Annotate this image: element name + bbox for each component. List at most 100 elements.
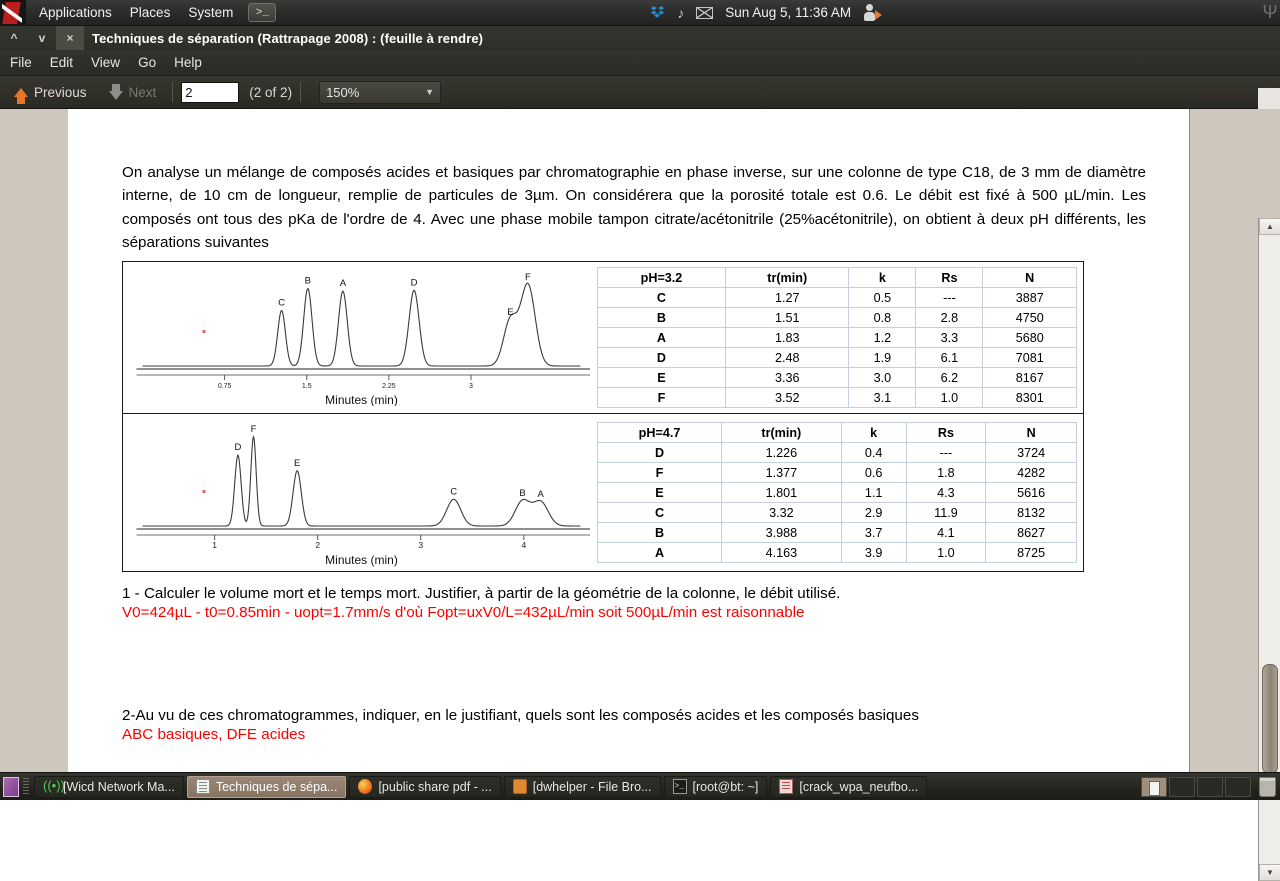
table-row: C 3.32 2.9 11.9 8132	[597, 502, 1077, 523]
zoom-level-value: 150%	[326, 84, 360, 100]
window-titlebar: ^ v × Techniques de séparation (Rattrapa…	[0, 26, 1280, 50]
workspace-1[interactable]	[1141, 776, 1167, 797]
svg-text:B: B	[305, 276, 311, 287]
next-page-button[interactable]: Next	[101, 81, 165, 103]
scroll-up-button[interactable]: ▲	[1259, 218, 1280, 235]
minimize-button[interactable]: ^	[0, 26, 28, 50]
svg-text:A: A	[340, 278, 347, 289]
menu-applications[interactable]: Applications	[30, 2, 121, 23]
menu-go[interactable]: Go	[130, 52, 164, 73]
cell-tr: 1.801	[721, 482, 842, 503]
cell-tr: 3.52	[724, 387, 850, 408]
cell-tr: 1.226	[721, 442, 842, 463]
show-desktop-icon[interactable]	[3, 776, 19, 797]
th-ph: pH=4.7	[597, 422, 722, 443]
cell-tr: 2.48	[724, 347, 850, 368]
page-number-input[interactable]	[181, 81, 240, 103]
table-row: A 1.83 1.2 3.3 5680	[597, 327, 1077, 348]
cell-k: 0.4	[840, 442, 907, 463]
workspace-4[interactable]	[1225, 776, 1251, 797]
taskbar-grip[interactable]	[23, 777, 29, 796]
th-k: k	[840, 422, 907, 443]
scroll-down-button[interactable]: ▼	[1259, 864, 1280, 881]
menu-system[interactable]: System	[179, 2, 242, 23]
document-viewport[interactable]: On analyse un mélange de composés acides…	[0, 109, 1280, 881]
clock[interactable]: Sun Aug 5, 11:36 AM	[725, 5, 851, 20]
volume-icon[interactable]: ♪	[677, 6, 684, 20]
table-header-row: pH=3.2 tr(min) k Rs N	[597, 267, 1077, 288]
cell-rs: 6.1	[915, 347, 984, 368]
arrow-down-icon	[108, 84, 123, 100]
th-rs: Rs	[915, 267, 984, 288]
trash-icon[interactable]	[1259, 776, 1276, 797]
cell-compound: F	[597, 462, 722, 483]
mail-icon[interactable]	[696, 6, 714, 19]
workspace-2[interactable]	[1169, 776, 1195, 797]
terminal-launcher-icon[interactable]: >_	[248, 3, 277, 22]
th-k: k	[848, 267, 917, 288]
task-techniques-de-separation[interactable]: Techniques de sépa...	[186, 775, 347, 798]
zoom-level-select[interactable]: 150% ▼	[319, 80, 442, 104]
cell-rs: ---	[905, 442, 987, 463]
table-row: E 1.801 1.1 4.3 5616	[597, 482, 1077, 503]
cell-tr: 3.36	[724, 367, 850, 388]
chromatogram-ph47: D F E C B A 1 2 3 4 Minutes (min)	[123, 414, 593, 571]
cell-tr: 3.988	[721, 522, 842, 543]
scrollbar-thumb[interactable]	[1262, 664, 1278, 774]
menu-edit[interactable]: Edit	[42, 52, 81, 73]
task-label: [root@bt: ~]	[692, 779, 759, 794]
question-1: 1 - Calculer le volume mort et le temps …	[122, 585, 841, 602]
question-2: 2-Au vu de ces chromatogrammes, indiquer…	[122, 707, 919, 724]
task-wicd[interactable]: ((•)) [Wicd Network Ma...	[34, 775, 184, 798]
table-cell-ph47: pH=4.7 tr(min) k Rs N D 1.226 0.4 --- 3724 F…	[593, 414, 1083, 571]
cell-rs: 1.8	[905, 462, 987, 483]
menu-help[interactable]: Help	[166, 52, 210, 73]
results-table-ph47: pH=4.7 tr(min) k Rs N D 1.226 0.4 --- 3724 F…	[597, 422, 1077, 563]
th-n: N	[985, 422, 1077, 443]
cell-compound: F	[597, 387, 726, 408]
gnome-top-panel: Applications Places System >_ ♪ Sun Aug …	[0, 0, 1280, 26]
table-row: C 1.27 0.5 --- 3887	[597, 287, 1077, 308]
answer-2: ABC basiques, DFE acides	[122, 726, 306, 743]
svg-text:D: D	[411, 277, 418, 288]
cell-k: 3.9	[840, 542, 907, 563]
figures-block: C B A D E F 0.75 1.5 2.25 3 Minutes (min) pH=3.2 t…	[122, 261, 1084, 572]
cell-compound: B	[597, 522, 722, 543]
close-button[interactable]: ×	[56, 26, 84, 50]
menubar: File Edit View Go Help	[0, 50, 1280, 76]
intro-paragraph: On analyse un mélange de composés acides…	[122, 164, 1146, 251]
cell-n: 3724	[985, 442, 1077, 463]
chromatogram-ph32: C B A D E F 0.75 1.5 2.25 3 Minutes (min)	[123, 262, 593, 413]
user-account-icon[interactable]	[863, 4, 883, 21]
window-title: Techniques de séparation (Rattrapage 200…	[92, 30, 484, 46]
task-crack-wpa[interactable]: [crack_wpa_neufbo...	[770, 775, 928, 798]
folder-icon	[512, 779, 527, 794]
table-row: A 4.163 3.9 1.0 8725	[597, 542, 1077, 563]
table-header-row: pH=4.7 tr(min) k Rs N	[597, 422, 1077, 443]
workspace-switcher[interactable]	[1141, 776, 1280, 797]
task-dwhelper-file-browser[interactable]: [dwhelper - File Bro...	[503, 775, 661, 798]
toolbar: Previous Next (2 of 2) 150% ▼	[0, 76, 1280, 109]
cell-n: 8301	[982, 387, 1077, 408]
previous-page-button[interactable]: Previous	[6, 82, 95, 104]
svg-text:Minutes (min): Minutes (min)	[325, 553, 398, 567]
backtrack-logo-icon	[0, 0, 26, 26]
menu-file[interactable]: File	[2, 52, 40, 73]
svg-text:2.25: 2.25	[382, 383, 396, 390]
cell-rs: ---	[915, 287, 984, 308]
task-root-terminal[interactable]: >_ [root@bt: ~]	[663, 775, 768, 798]
maximize-button[interactable]: v	[28, 26, 56, 50]
menu-view[interactable]: View	[83, 52, 128, 73]
dropbox-icon[interactable]	[650, 5, 665, 20]
cell-n: 4282	[985, 462, 1077, 483]
task-public-share-pdf[interactable]: [public share pdf - ...	[349, 775, 501, 798]
th-ph: pH=3.2	[597, 267, 726, 288]
cell-k: 3.1	[848, 387, 917, 408]
previous-label: Previous	[34, 84, 87, 100]
toolbar-separator-2	[300, 82, 302, 102]
scrollbar-corner	[1258, 88, 1280, 109]
cell-rs: 1.0	[905, 542, 987, 563]
workspace-3[interactable]	[1197, 776, 1223, 797]
menu-places[interactable]: Places	[121, 2, 180, 23]
cell-rs: 4.1	[905, 522, 987, 543]
